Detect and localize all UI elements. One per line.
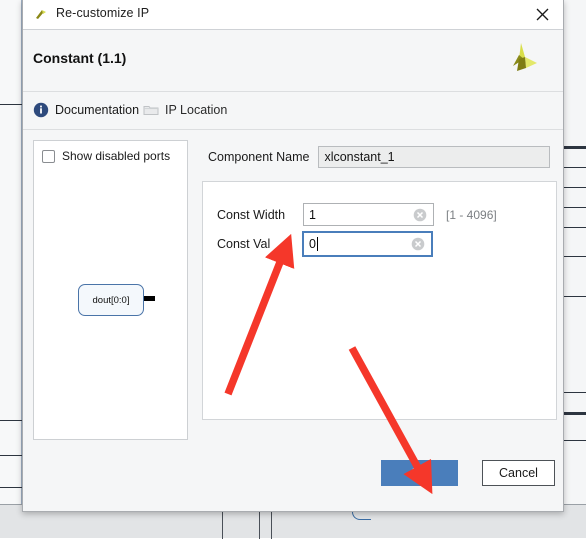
dialog-titlebar: Re-customize IP [23, 0, 563, 30]
show-disabled-ports-checkbox-row[interactable]: Show disabled ports [42, 149, 170, 163]
background-row-line [562, 412, 586, 415]
documentation-link[interactable]: Documentation [33, 102, 139, 118]
const-val-input[interactable]: 0 [302, 231, 433, 257]
show-disabled-ports-label: Show disabled ports [62, 149, 171, 163]
folder-icon [143, 102, 159, 118]
ip-location-link[interactable]: IP Location [143, 102, 227, 118]
ip-symbol-preview-panel: Show disabled ports dout[0:0] [33, 140, 188, 440]
recustomize-ip-dialog: Re-customize IP Constant (1.1) Documenta… [22, 0, 564, 512]
ip-symbol-output-port-stub [144, 296, 155, 301]
background-divider [0, 104, 22, 105]
background-row-line [562, 167, 586, 168]
const-width-value: 1 [309, 207, 316, 222]
background-divider [0, 487, 22, 488]
background-row-line [562, 296, 586, 297]
component-name-input[interactable]: xlconstant_1 [318, 146, 551, 168]
dialog-body: Show disabled ports dout[0:0] Component … [23, 130, 563, 511]
info-icon [33, 102, 49, 118]
background-row-line [562, 227, 586, 228]
background-row-line [562, 187, 586, 188]
page-title: Constant (1.1) [33, 50, 127, 66]
text-cursor [316, 237, 318, 251]
close-icon[interactable] [521, 0, 563, 29]
documentation-link-label: Documentation [55, 103, 140, 117]
const-val-row: Const Val 0 [217, 231, 433, 257]
component-name-label: Component Name [208, 150, 310, 164]
ip-symbol-block: dout[0:0] [78, 284, 144, 316]
background-row-line [562, 146, 586, 149]
ip-location-link-label: IP Location [165, 103, 228, 117]
background-divider [0, 455, 22, 456]
show-disabled-ports-checkbox[interactable] [42, 149, 55, 163]
vivado-logo-icon [33, 7, 49, 23]
dialog-links-bar: Documentation IP Location [23, 92, 563, 130]
const-width-input[interactable]: 1 [303, 203, 434, 226]
dialog-title: Re-customize IP [56, 6, 150, 20]
background-row-line [562, 256, 586, 257]
clear-circle-icon[interactable] [413, 208, 427, 222]
xilinx-pinwheel-logo-icon [499, 39, 541, 81]
ip-symbol-port-label: dout[0:0] [92, 294, 130, 306]
const-val-value: 0 [309, 237, 316, 251]
background-divider [0, 420, 22, 421]
background-row-line [562, 392, 586, 393]
cancel-button[interactable]: Cancel [482, 460, 555, 486]
const-width-row: Const Width 1 [1 - 4096] [217, 203, 497, 226]
ok-button[interactable]: OK [381, 460, 458, 486]
background-row-line [562, 207, 586, 208]
dialog-header: Constant (1.1) [23, 30, 563, 92]
background-left-panel [0, 0, 22, 538]
const-width-label: Const Width [217, 207, 286, 222]
const-width-range-hint: [1 - 4096] [446, 207, 497, 222]
clear-circle-icon[interactable] [411, 237, 425, 251]
component-name-row: Component Name xlconstant_1 [208, 146, 551, 168]
background-row-line [562, 440, 586, 441]
parameters-panel: Const Width 1 [1 - 4096] Const Val 0 [202, 181, 557, 420]
background-right-panel [562, 0, 586, 538]
const-val-label: Const Val [217, 237, 271, 251]
